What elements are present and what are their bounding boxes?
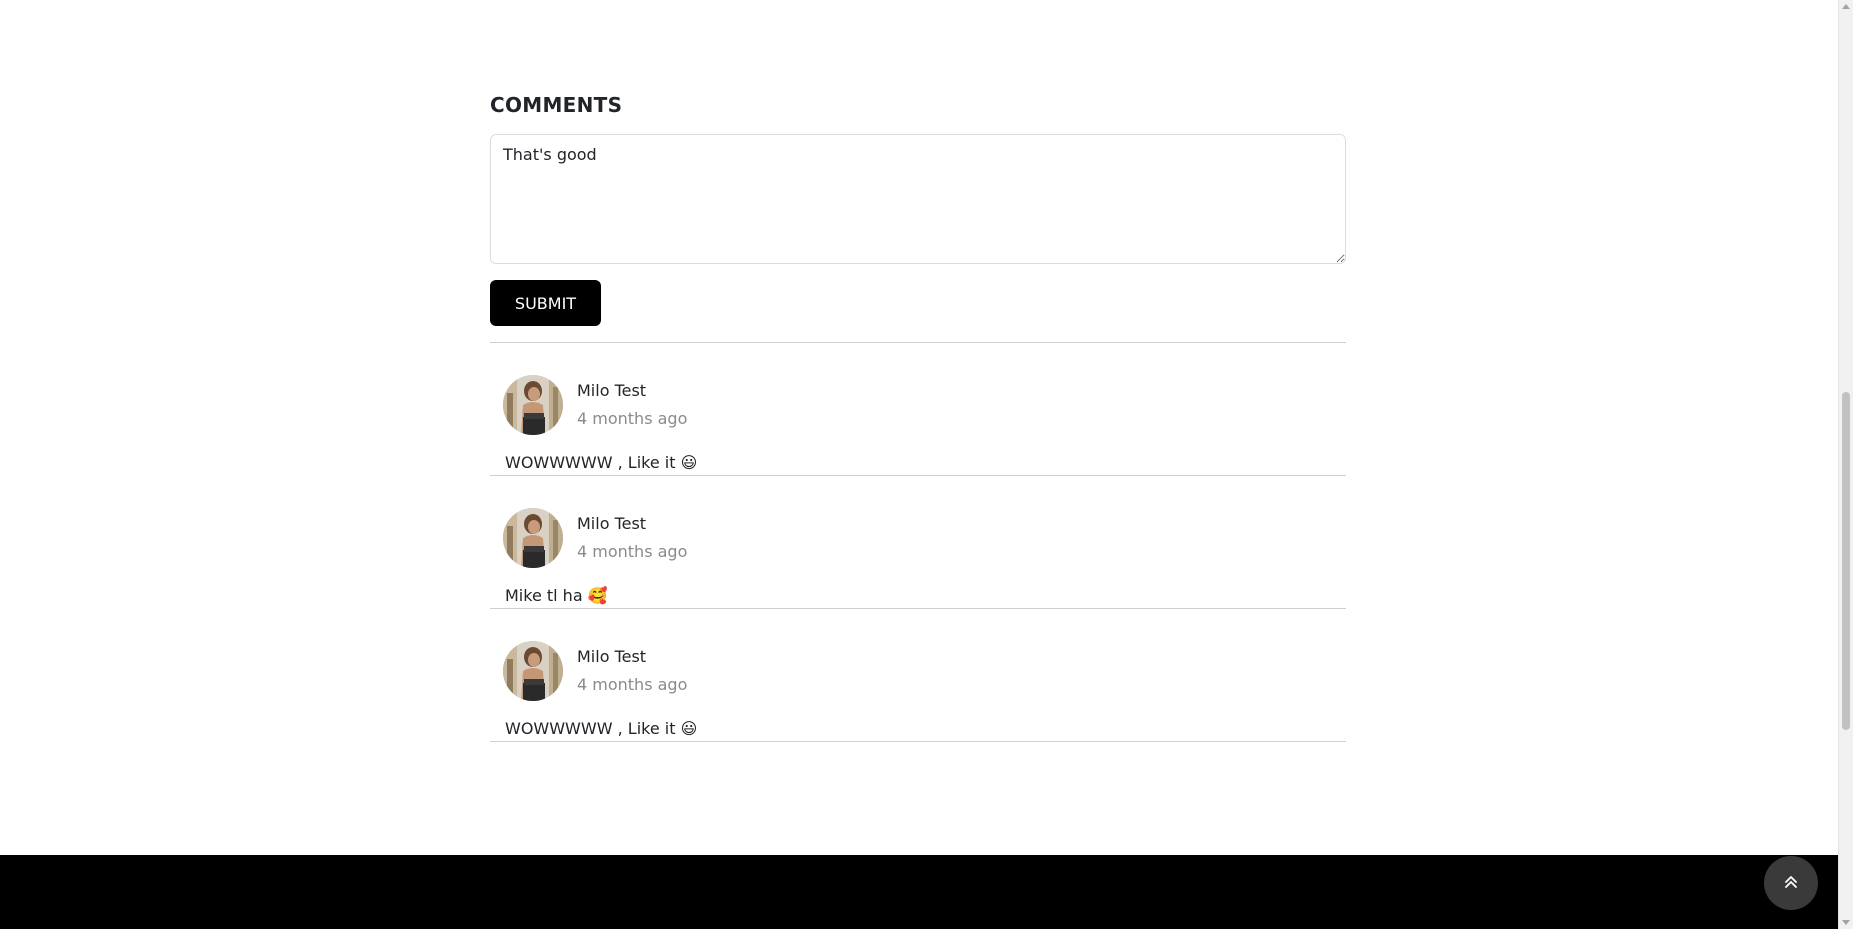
comment-item: Milo Test 4 months ago WOWWWWW , Like it… (490, 343, 1346, 476)
comment-author: Milo Test (577, 381, 647, 400)
comment-author: Milo Test (577, 514, 647, 533)
comment-time: 4 months ago (577, 542, 688, 561)
submit-button[interactable]: SUBMIT (490, 280, 601, 326)
scroll-up-icon[interactable] (1842, 4, 1850, 9)
avatar[interactable] (503, 508, 563, 568)
comment-item: Milo Test 4 months ago WOWWWWW , Like it… (490, 609, 1346, 742)
comments-section: COMMENTS SUBMIT (490, 93, 1346, 742)
comment-time: 4 months ago (577, 409, 688, 428)
avatar[interactable] (503, 641, 563, 701)
comment-text: Mike tl ha 🥰 (505, 586, 608, 605)
comment-text: WOWWWWW , Like it 😃 (505, 453, 698, 472)
footer (0, 855, 1838, 929)
comments-title: COMMENTS (490, 93, 623, 117)
scroll-down-icon[interactable] (1842, 920, 1850, 925)
scroll-thumb[interactable] (1842, 392, 1850, 730)
comment-input[interactable] (490, 134, 1346, 264)
double-chevron-up-icon (1783, 874, 1799, 893)
vertical-scrollbar[interactable] (1838, 0, 1853, 929)
comment-item: Milo Test 4 months ago Mike tl ha 🥰 (490, 476, 1346, 609)
avatar[interactable] (503, 375, 563, 435)
back-to-top-button[interactable] (1764, 856, 1818, 910)
comment-list: Milo Test 4 months ago WOWWWWW , Like it… (490, 343, 1346, 742)
comment-text: WOWWWWW , Like it 😃 (505, 719, 698, 738)
comment-author: Milo Test (577, 647, 647, 666)
comment-time: 4 months ago (577, 675, 688, 694)
page: COMMENTS SUBMIT (0, 0, 1838, 929)
